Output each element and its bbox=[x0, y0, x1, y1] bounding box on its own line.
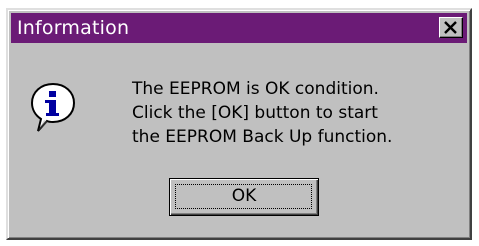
close-button[interactable] bbox=[439, 17, 463, 38]
info-icon bbox=[30, 82, 76, 132]
message-text: The EEPROM is OK condition. Click the [O… bbox=[132, 77, 392, 149]
message-line-2: Click the [OK] button to start bbox=[132, 103, 378, 123]
message-line-3: the EEPROM Back Up function. bbox=[132, 127, 393, 147]
dialog-title: Information bbox=[17, 17, 130, 39]
close-icon bbox=[444, 21, 457, 34]
ok-button[interactable]: OK bbox=[169, 178, 319, 216]
information-dialog: Information The EEPROM is OK condition. … bbox=[6, 8, 472, 240]
message-line-1: The EEPROM is OK condition. bbox=[132, 79, 379, 99]
title-bar[interactable]: Information bbox=[11, 13, 467, 43]
ok-button-label: OK bbox=[231, 186, 257, 206]
